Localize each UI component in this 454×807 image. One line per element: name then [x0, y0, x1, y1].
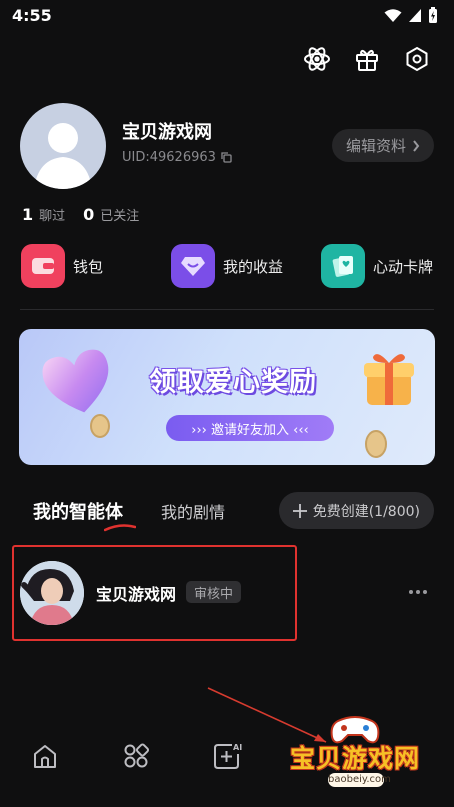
profile-stats: 1 聊过 0 已关注	[22, 205, 139, 224]
signal-icon	[409, 9, 421, 22]
gear-icon	[406, 46, 428, 72]
status-icons	[384, 7, 438, 24]
edit-profile-button[interactable]: 编辑资料	[331, 129, 434, 162]
wallet-label: 钱包	[73, 257, 104, 276]
earnings-label: 我的收益	[223, 257, 284, 276]
chevron-right-icon	[413, 139, 420, 152]
default-avatar-icon	[34, 123, 92, 189]
nav-discover[interactable]	[119, 739, 153, 773]
nav-create-ai[interactable]: AI	[210, 739, 244, 773]
agent-avatar	[20, 561, 84, 625]
battery-icon	[429, 7, 437, 23]
status-badge: 审核中	[186, 581, 242, 603]
copy-icon[interactable]	[221, 152, 232, 163]
watermark-url: baobeiy.com	[328, 773, 391, 787]
banner-invite-button[interactable]: ››› 邀请好友加入 ‹‹‹	[166, 415, 334, 441]
tab-my-stories[interactable]: 我的剧情	[161, 499, 225, 523]
status-bar: 4:55	[0, 0, 454, 32]
tab-active-indicator	[104, 524, 136, 532]
avatar[interactable]	[20, 103, 106, 189]
coin-icon	[365, 430, 387, 458]
settings-button[interactable]	[402, 44, 432, 74]
heart-icon	[42, 349, 109, 413]
plus-icon	[292, 503, 307, 518]
tab-bar: 我的智能体 我的剧情 免费创建(1/800)	[0, 490, 454, 532]
profile-uid: UID:49626963	[122, 150, 216, 165]
stat-label: 已关注	[100, 209, 140, 224]
tab-my-agents[interactable]: 我的智能体	[33, 498, 123, 524]
wallet-icon	[21, 244, 65, 288]
diamond-icon	[171, 244, 215, 288]
more-options-button[interactable]	[406, 580, 430, 604]
more-dot	[416, 590, 420, 594]
watermark-text: 宝贝游戏网	[289, 744, 420, 773]
status-time: 4:55	[12, 6, 52, 25]
agent-card[interactable]: 宝贝游戏网 审核中	[12, 545, 297, 641]
wallet-entry[interactable]: 钱包	[21, 244, 103, 288]
stat-label: 聊过	[39, 209, 66, 224]
cards-entry[interactable]: 心动卡牌	[321, 244, 433, 288]
stat-following[interactable]: 0 已关注	[83, 205, 139, 224]
create-label: 免费创建(1/800)	[312, 503, 420, 520]
gift-button[interactable]	[352, 44, 382, 74]
top-toolbar	[302, 44, 432, 74]
profile-uid-row: UID:49626963	[122, 150, 232, 165]
more-dot	[423, 590, 427, 594]
more-dot	[409, 590, 413, 594]
wifi-icon	[384, 9, 402, 22]
stat-chatted[interactable]: 1 聊过	[22, 205, 65, 224]
stat-value: 0	[83, 205, 95, 224]
home-icon	[34, 745, 56, 768]
atom-button[interactable]	[302, 44, 332, 74]
atom-icon	[304, 47, 330, 71]
create-button[interactable]: 免费创建(1/800)	[278, 492, 434, 529]
earnings-entry[interactable]: 我的收益	[171, 244, 283, 288]
add-ai-icon: AI	[214, 743, 242, 769]
cards-label: 心动卡牌	[373, 257, 434, 276]
watermark-logo: 宝贝游戏网 baobeiy.com	[280, 713, 430, 801]
coin-icon	[90, 414, 110, 438]
feature-row: 钱包 我的收益 心动卡牌	[21, 244, 436, 290]
grid-icon	[124, 743, 150, 768]
agent-name: 宝贝游戏网	[96, 585, 177, 604]
divider	[20, 309, 434, 310]
profile-name: 宝贝游戏网	[122, 122, 212, 143]
gift-box-icon	[364, 354, 414, 405]
gift-icon	[356, 49, 378, 71]
stat-value: 1	[22, 205, 34, 224]
card-icon	[321, 244, 365, 288]
nav-home[interactable]	[28, 739, 62, 773]
banner-title: 领取爱心奖励	[149, 367, 317, 398]
svg-text:AI: AI	[233, 743, 242, 752]
edit-profile-label: 编辑资料	[345, 137, 406, 155]
invite-banner[interactable]: 领取爱心奖励 ››› 邀请好友加入 ‹‹‹	[19, 329, 435, 465]
